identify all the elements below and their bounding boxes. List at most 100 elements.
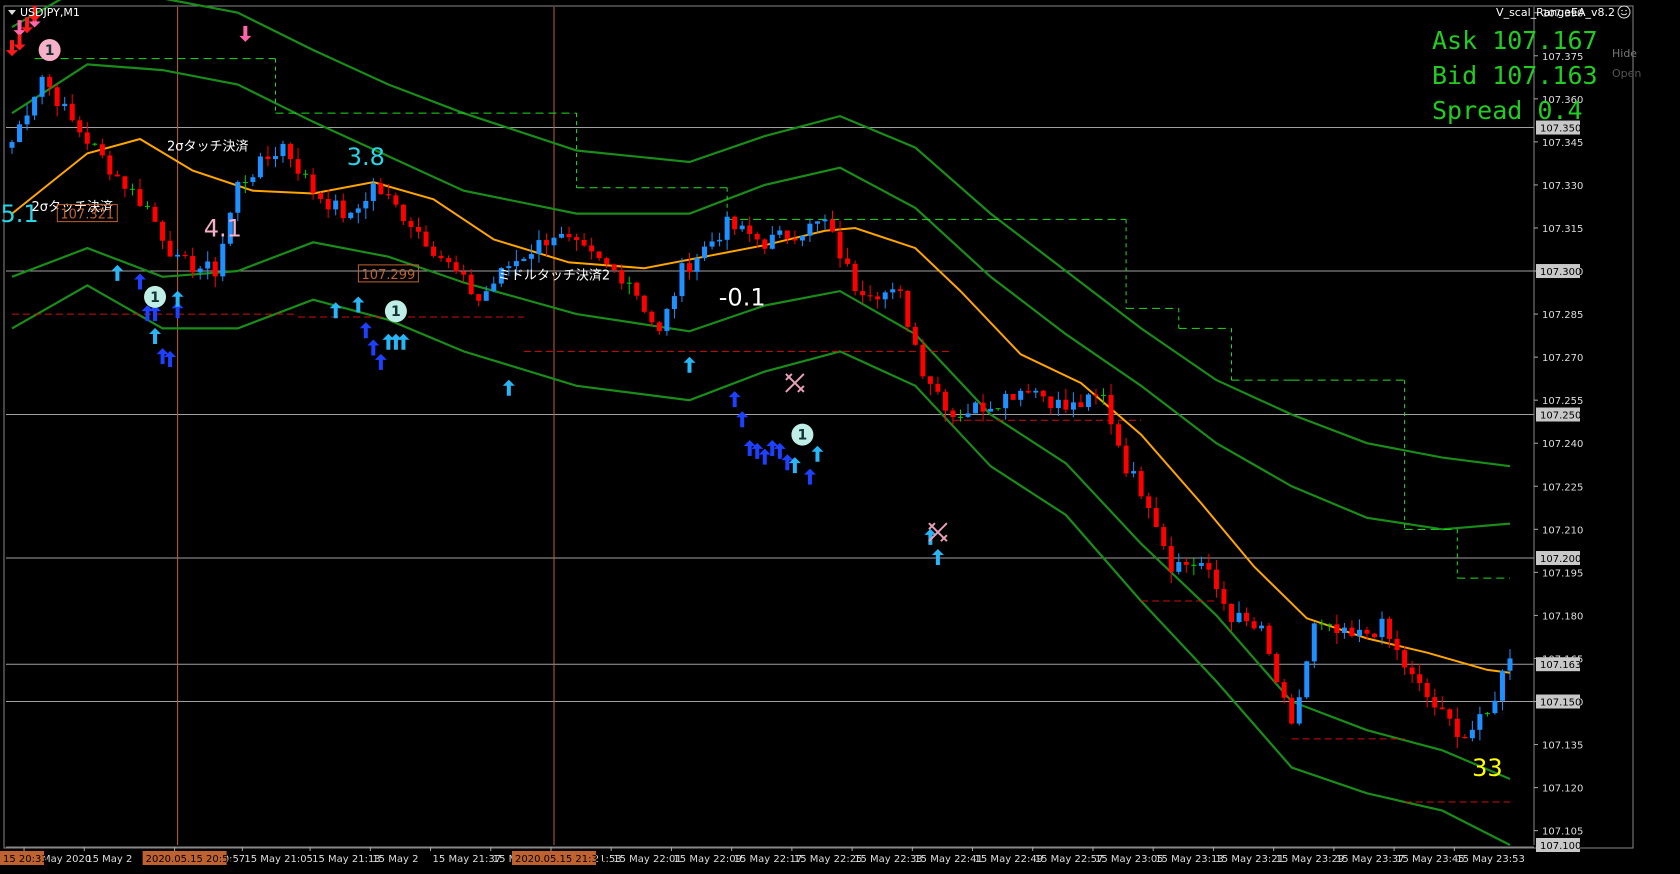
candle-body <box>634 282 640 296</box>
candle-body <box>995 408 1001 410</box>
candle-body <box>205 261 211 269</box>
candle-body <box>1469 729 1475 739</box>
mt4-chart-window[interactable]: 1111 5.1 4.1 3.8 -0.1 33 2σタッチ決済 2σタッチ決済 ミドルタッチ… <box>0 0 1680 870</box>
candle-body <box>927 376 933 384</box>
ask-label: Ask 107.167 <box>1432 26 1598 55</box>
candle-body <box>92 143 98 145</box>
candle-body <box>24 115 30 125</box>
candle-body <box>1063 399 1069 410</box>
time-highlight-label: 2020.05.15 20:51 <box>146 854 235 865</box>
time-tick-label: 15 May 23:13 <box>1155 854 1224 865</box>
candle-body <box>62 103 68 107</box>
candle-body <box>596 251 602 259</box>
candle-body <box>32 96 38 116</box>
candle-body <box>446 258 452 263</box>
price-tick-label: 107.315 <box>1542 224 1583 235</box>
quote-panel: Ask 107.167 Bid 107.163 Spread 0.4 <box>1432 26 1598 125</box>
candle-body <box>333 200 339 210</box>
candle-body <box>814 221 820 224</box>
candle-body <box>1492 700 1498 714</box>
candle-body <box>1221 589 1227 604</box>
candle-body <box>641 295 647 312</box>
candle-body <box>1424 683 1430 698</box>
trade-marker-label: 1 <box>391 304 401 320</box>
candle-body <box>1236 612 1242 622</box>
candle-body <box>1078 402 1084 407</box>
candle-body <box>739 225 745 230</box>
candle-body <box>1138 471 1144 497</box>
candle-body <box>694 258 700 272</box>
candle-body <box>235 181 241 213</box>
time-highlight-label: 2020.05.15 21:31 <box>515 854 604 865</box>
candle-body <box>1364 629 1370 634</box>
candle-body <box>1439 707 1445 710</box>
candle-body <box>175 254 181 257</box>
time-highlight-label: 15 20:33 <box>3 854 48 865</box>
candle-body <box>950 410 956 418</box>
candle-body <box>1033 390 1039 393</box>
candle-body <box>144 205 150 207</box>
candle-body <box>1123 445 1129 474</box>
time-tick-label: 15 May 22:01 <box>613 854 682 865</box>
candle-body <box>1048 396 1054 409</box>
candle-body <box>265 156 271 160</box>
time-tick-label: 15 May 21:13 <box>312 854 381 865</box>
candle-body <box>566 233 572 238</box>
open-button[interactable]: Open <box>1612 67 1641 80</box>
time-tick-label: 15 May 22:41 <box>914 854 983 865</box>
candle-body <box>1093 394 1099 396</box>
candle-body <box>431 246 437 256</box>
candle-body <box>1176 562 1182 572</box>
candle-body <box>551 237 557 246</box>
price-chart[interactable]: 1111 5.14.13.8-0.1332σタッチ決済2σタッチ決済ミドルタッチ… <box>0 0 1680 870</box>
candle-body <box>1447 709 1453 719</box>
price-level-tag-label: 107.350 <box>1540 124 1581 135</box>
candle-body <box>845 258 851 264</box>
pnl-label: 3.8 <box>347 143 385 171</box>
candle-body <box>408 221 414 227</box>
candle-body <box>182 254 188 257</box>
candle-body <box>129 188 135 190</box>
candle-body <box>1454 718 1460 737</box>
candle-body <box>9 142 15 148</box>
candle-body <box>1003 394 1009 409</box>
candle-body <box>54 87 60 107</box>
candle-body <box>1085 394 1091 407</box>
time-tick-label: 15 May 23:29 <box>1276 854 1345 865</box>
price-tick-label: 107.210 <box>1542 525 1583 536</box>
candle-body <box>935 383 941 392</box>
pnl-label: -0.1 <box>719 283 766 311</box>
candle-body <box>1259 625 1265 629</box>
price-level-tag-label: 107.200 <box>1540 554 1581 565</box>
spread-label: Spread 0.4 <box>1432 96 1583 125</box>
trade-marker-label: 1 <box>798 428 808 444</box>
candle-body <box>980 402 986 412</box>
time-tick-label: 15 May 21:05 <box>244 854 313 865</box>
candle-body <box>589 245 595 252</box>
candle-body <box>875 296 881 300</box>
candle-body <box>897 289 903 291</box>
candle-body <box>912 326 918 345</box>
hide-button[interactable]: Hide <box>1612 47 1637 60</box>
candle-body <box>679 263 685 297</box>
time-tick-label: 15 May 22:33 <box>854 854 923 865</box>
candle-body <box>724 216 730 240</box>
candle-body <box>1484 713 1490 715</box>
pnl-label: 4.1 <box>204 215 242 243</box>
candle-body <box>453 262 459 272</box>
candle-body <box>1183 562 1189 565</box>
candle-body <box>1281 682 1287 698</box>
time-tick-label: 15 May 23:21 <box>1215 854 1284 865</box>
candle-body <box>799 235 805 241</box>
candle-body <box>513 261 519 267</box>
candle-body <box>1101 394 1107 396</box>
candle-body <box>611 264 617 271</box>
price-level-tag-label: 107.163 <box>1540 660 1581 671</box>
price-tick-label: 107.240 <box>1542 439 1583 450</box>
time-tick-label: 15 May 22:09 <box>673 854 742 865</box>
candle-body <box>1153 508 1159 528</box>
candle-body <box>39 76 45 97</box>
price-level-tag-label: 107.100 <box>1540 841 1581 852</box>
candle-body <box>491 283 497 292</box>
price-tick-label: 107.270 <box>1542 353 1583 364</box>
